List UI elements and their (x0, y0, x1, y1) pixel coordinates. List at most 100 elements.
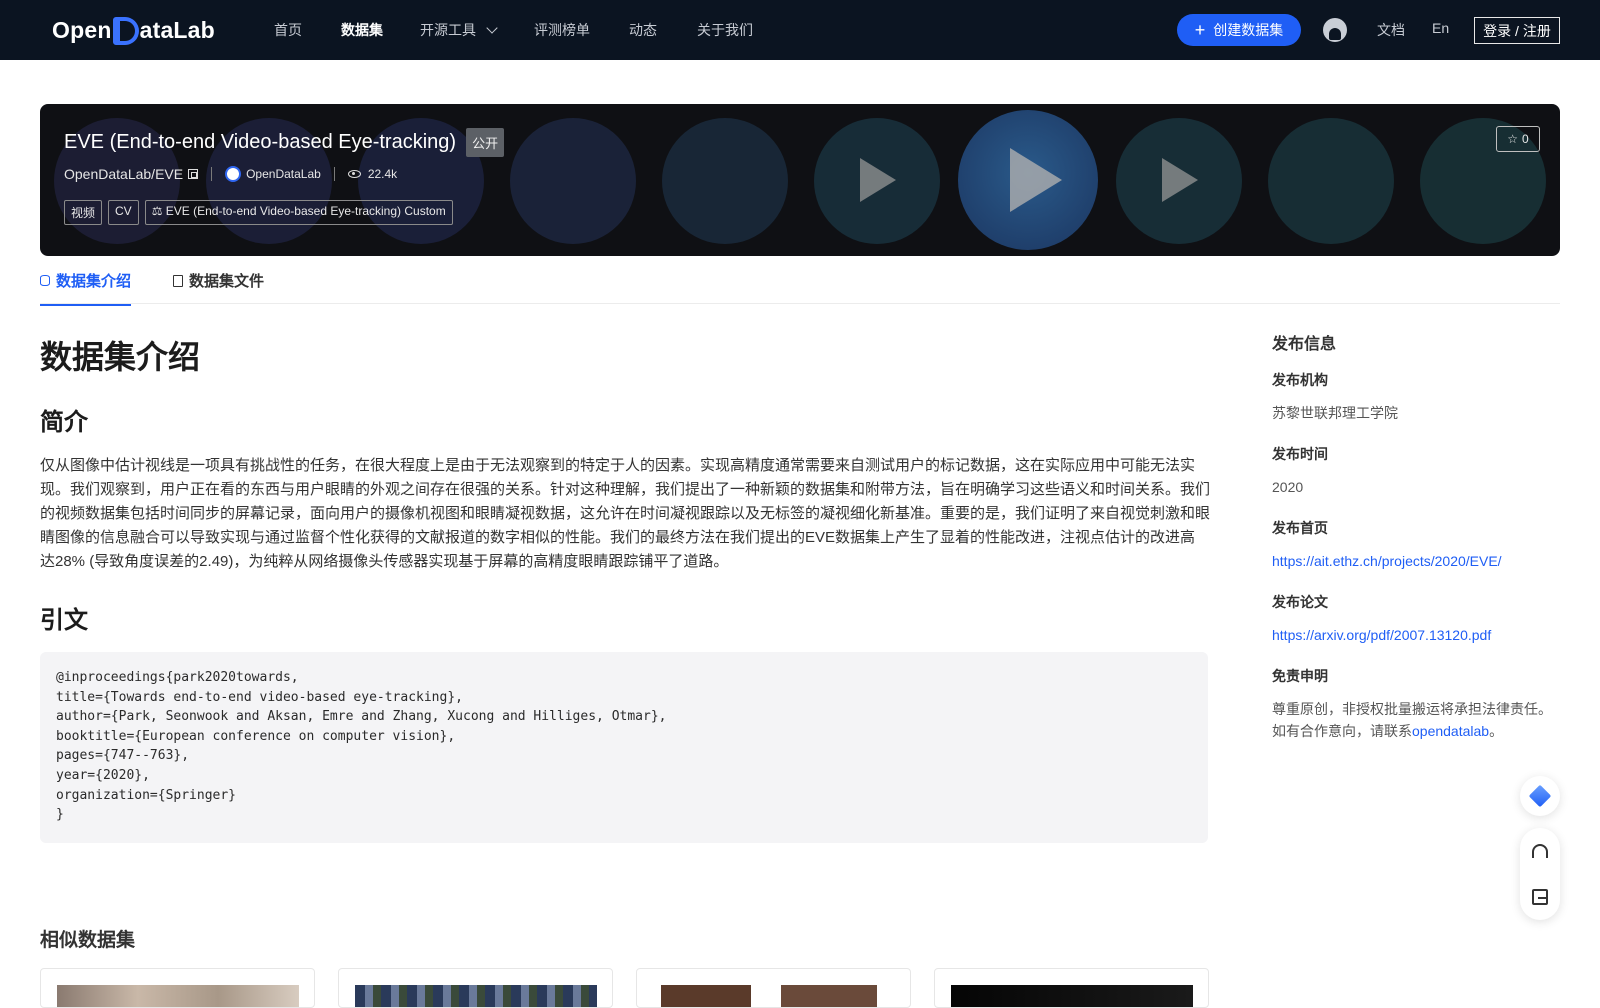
nav-open-tools[interactable]: 开源工具 (420, 20, 498, 40)
hero-decor-circle (662, 118, 788, 244)
view-count: 22.4k (367, 167, 398, 181)
disclaimer-text: 尊重原创，非授权批量搬运将承担法律责任。 (1272, 701, 1552, 717)
publisher-label: 发布机构 (1272, 372, 1328, 388)
chevron-down-icon (486, 22, 498, 34)
homepage-link[interactable]: https://ait.ethz.ch/projects/2020/EVE/ (1272, 553, 1502, 569)
publish-info-title: 发布信息 (1272, 336, 1337, 353)
intro-paragraph: 仅从图像中估计视线是一项具有挑战性的任务，在很大程度上是由于无法观察到的特定于人… (40, 457, 1211, 570)
repo-path: OpenDataLab/EVE (64, 166, 184, 182)
dataset-thumbnail (951, 985, 1193, 1007)
paper-label: 发布论文 (1272, 594, 1328, 610)
hero-decor-circle (510, 118, 636, 244)
hero-decor-play-circle (1116, 118, 1242, 244)
dataset-thumbnail (355, 985, 597, 1007)
code-line: booktitle={European conference on comput… (56, 728, 456, 744)
publish-time-value: 2020 (1272, 479, 1304, 495)
code-line: organization={Springer} (56, 787, 237, 803)
play-icon (860, 158, 896, 202)
paper-link[interactable]: https://arxiv.org/pdf/2007.13120.pdf (1272, 627, 1491, 643)
hero-decor-circle (1268, 118, 1394, 244)
file-icon (173, 274, 183, 287)
tab-dataset-intro[interactable]: 数据集介绍 (40, 270, 132, 306)
nav-about[interactable]: 关于我们 (697, 20, 753, 40)
hero-tag-list: 视频 CV ⚖ EVE (End-to-end Video-based Eye-… (64, 200, 453, 225)
org-avatar (225, 166, 242, 182)
similar-dataset-card[interactable] (40, 968, 315, 1008)
assistant-button[interactable] (1520, 776, 1560, 816)
page-heading: 数据集介绍 (40, 339, 201, 375)
eye-icon (347, 170, 361, 178)
create-dataset-label: 创建数据集 (1213, 22, 1284, 38)
paper-block: 发布论文 https://arxiv.org/pdf/2007.13120.pd… (1272, 592, 1491, 646)
org-name[interactable]: OpenDataLab (246, 167, 321, 181)
similar-datasets-heading: 相似数据集 (40, 930, 136, 951)
tab-dataset-files[interactable]: 数据集文件 (173, 270, 264, 304)
nav-leaderboard[interactable]: 评测榜单 (534, 20, 590, 40)
homepage-block: 发布首页 https://ait.ethz.ch/projects/2020/E… (1272, 518, 1502, 572)
nav-docs[interactable]: 文档 (1377, 20, 1405, 40)
visibility-badge: 公开 (466, 128, 505, 157)
nav-datasets[interactable]: 数据集 (341, 20, 383, 40)
divider (333, 167, 335, 181)
create-dataset-button[interactable]: + 创建数据集 (1177, 14, 1301, 46)
edit-icon (1532, 889, 1548, 905)
publish-info-sidebar: 发布信息 发布机构 苏黎世联邦理工学院 发布时间 2020 发布首页 https… (1272, 330, 1562, 739)
dataset-tabs: 数据集介绍 数据集文件 (40, 268, 1560, 306)
star-button[interactable]: ☆ 0 (1496, 126, 1540, 152)
code-line: pages={747--763}, (56, 748, 190, 764)
diamond-icon (1528, 784, 1552, 808)
customer-service-button[interactable] (1520, 828, 1560, 874)
headset-icon (1532, 844, 1548, 858)
citation-heading: 引文 (40, 607, 88, 634)
star-icon: ☆ (1507, 132, 1519, 146)
tab-dataset-files-label: 数据集文件 (189, 273, 265, 290)
feedback-button[interactable] (1520, 874, 1560, 920)
plus-icon: + (1194, 20, 1206, 40)
nav-news[interactable]: 动态 (629, 20, 657, 40)
tag-license[interactable]: ⚖ EVE (End-to-end Video-based Eye-tracki… (144, 200, 453, 225)
disclaimer-label: 免责申明 (1272, 668, 1328, 684)
publish-time-label: 发布时间 (1272, 446, 1328, 462)
tag-video[interactable]: 视频 (64, 200, 103, 225)
dataset-thumbnail (57, 985, 299, 1007)
publish-time-block: 发布时间 2020 (1272, 444, 1328, 498)
floating-tool-group (1520, 828, 1560, 920)
publisher-block: 发布机构 苏黎世联邦理工学院 (1272, 370, 1398, 424)
hero-decor-play-circle (958, 110, 1098, 250)
code-line: @inproceedings{park2020towards, (56, 670, 299, 685)
homepage-label: 发布首页 (1272, 520, 1328, 536)
similar-dataset-card[interactable] (934, 968, 1209, 1008)
code-line: title={Towards end-to-end video-based ey… (56, 689, 463, 705)
nav-open-tools-label: 开源工具 (420, 22, 476, 38)
code-line: } (56, 807, 64, 823)
logo-d-icon (112, 17, 139, 45)
opendatalab-logo[interactable]: Open ataLab (52, 14, 215, 46)
dataset-hero-banner: EVE (End-to-end Video-based Eye-tracking… (40, 104, 1560, 256)
hero-decor-play-circle (814, 118, 940, 244)
disclaimer-contact-text: 如有合作意向，请联系 (1272, 723, 1412, 739)
dataset-thumbnail (653, 985, 895, 1007)
play-icon (1162, 158, 1198, 202)
hero-meta-row: OpenDataLab/EVE OpenDataLab 22.4k (64, 166, 397, 182)
dataset-title: EVE (End-to-end Video-based Eye-tracking… (64, 131, 457, 153)
code-line: author={Park, Seonwook and Aksan, Emre a… (56, 709, 667, 725)
hero-title-row: EVE (End-to-end Video-based Eye-tracking… (64, 128, 505, 157)
citation-code-block[interactable]: @inproceedings{park2020towards, title={T… (40, 652, 1208, 843)
tab-dataset-intro-label: 数据集介绍 (56, 273, 132, 290)
publisher-value: 苏黎世联邦理工学院 (1272, 405, 1398, 421)
intro-heading: 简介 (40, 409, 88, 436)
login-register-button[interactable]: 登录 / 注册 (1474, 17, 1560, 44)
github-icon[interactable] (1323, 18, 1347, 42)
similar-dataset-card[interactable] (338, 968, 613, 1008)
disclaimer-block: 免责申明 尊重原创，非授权批量搬运将承担法律责任。 如有合作意向，请联系open… (1272, 666, 1562, 742)
play-icon (1010, 148, 1062, 212)
similar-dataset-card[interactable] (636, 968, 911, 1008)
database-icon (40, 275, 50, 286)
disclaimer-end: 。 (1489, 723, 1504, 739)
tag-cv[interactable]: CV (108, 200, 139, 225)
nav-home[interactable]: 首页 (274, 20, 302, 40)
language-switch[interactable]: En (1432, 20, 1449, 36)
copy-icon[interactable] (188, 169, 199, 179)
contact-link[interactable]: opendatalab (1412, 723, 1489, 739)
top-navbar: Open ataLab 首页 数据集 开源工具 评测榜单 动态 关于我们 + 创建… (0, 0, 1600, 60)
